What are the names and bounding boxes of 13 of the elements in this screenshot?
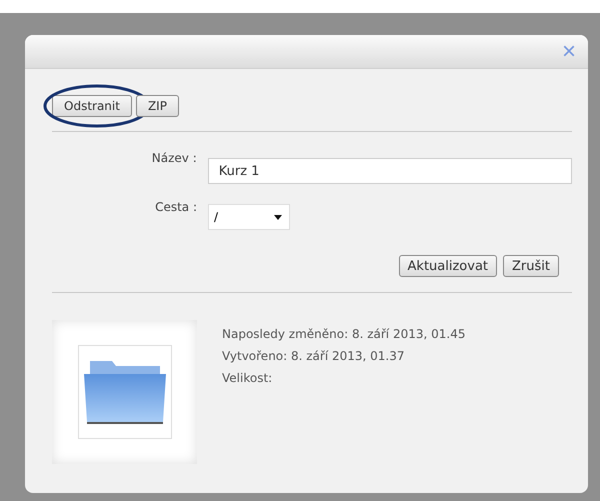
path-select[interactable]: /: [208, 204, 290, 230]
field-label: Cesta :: [154, 200, 198, 214]
detail-text: Naposledy změněno: 8. září 2013, 01.45: [222, 326, 466, 343]
detail-text: Velikost:: [222, 370, 274, 387]
name-input[interactable]: Kurz 1: [208, 158, 572, 184]
detail-text: Vytvořeno: 8. září 2013, 01.37: [222, 348, 406, 365]
action-button[interactable]: Aktualizovat: [398, 255, 498, 277]
folder-icon: [82, 359, 166, 425]
action-button[interactable]: Zrušit: [503, 255, 559, 277]
field-label: Název :: [150, 151, 198, 165]
toolbar-button[interactable]: ZIP: [136, 95, 179, 117]
caret-icon: [274, 214, 282, 220]
toolbar-button[interactable]: Odstranit: [52, 95, 132, 117]
